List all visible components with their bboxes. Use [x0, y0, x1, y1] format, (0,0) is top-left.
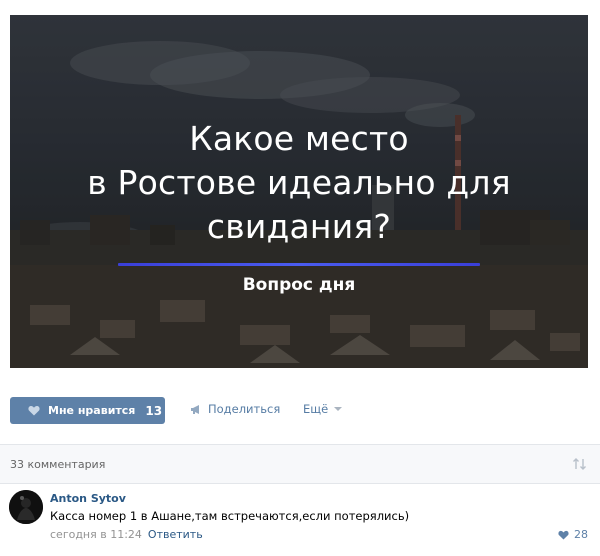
image-title-line: свидания? [206, 207, 392, 246]
reply-button[interactable]: Ответить [148, 528, 203, 541]
comment-like-count: 28 [574, 528, 588, 541]
comment-author[interactable]: Anton Sytov [50, 492, 126, 505]
heart-icon [28, 405, 40, 416]
comment-meta: сегодня в 11:24 Ответить [50, 528, 203, 541]
comment-text: Касса номер 1 в Ашане,там встречаются,ес… [50, 509, 410, 523]
image-title: Какое место в Ростове идеально для свида… [10, 117, 588, 249]
comment-like-button[interactable]: 28 [558, 528, 588, 541]
image-subtitle: Вопрос дня [242, 275, 356, 295]
like-label: Мне нравится [48, 404, 136, 417]
sort-icon[interactable] [572, 457, 588, 471]
megaphone-icon [191, 404, 199, 414]
comments-header: 33 комментария [0, 444, 600, 484]
more-label: Ещё [303, 402, 329, 416]
comment-item: Anton Sytov Касса номер 1 в Ашане,там вс… [0, 483, 600, 556]
share-button[interactable]: Поделиться [190, 402, 280, 416]
post-image[interactable]: Какое место в Ростове идеально для свида… [10, 15, 588, 368]
more-button[interactable]: Ещё [303, 402, 343, 416]
avatar[interactable] [9, 490, 43, 524]
image-title-line: в Ростове идеально для [87, 163, 511, 202]
avatar-image [9, 490, 43, 524]
post-actions: Мне нравится 13 Поделиться Ещё [0, 395, 600, 427]
comments-count: 33 комментария [10, 458, 106, 471]
like-count: 13 [145, 403, 163, 418]
like-button[interactable]: Мне нравится 13 [10, 397, 165, 424]
comment-time: сегодня в 11:24 [50, 528, 142, 541]
title-divider [118, 263, 480, 266]
share-label: Поделиться [208, 402, 281, 416]
chevron-down-icon [334, 407, 343, 411]
heart-icon [558, 530, 569, 540]
image-title-line: Какое место [189, 119, 409, 158]
